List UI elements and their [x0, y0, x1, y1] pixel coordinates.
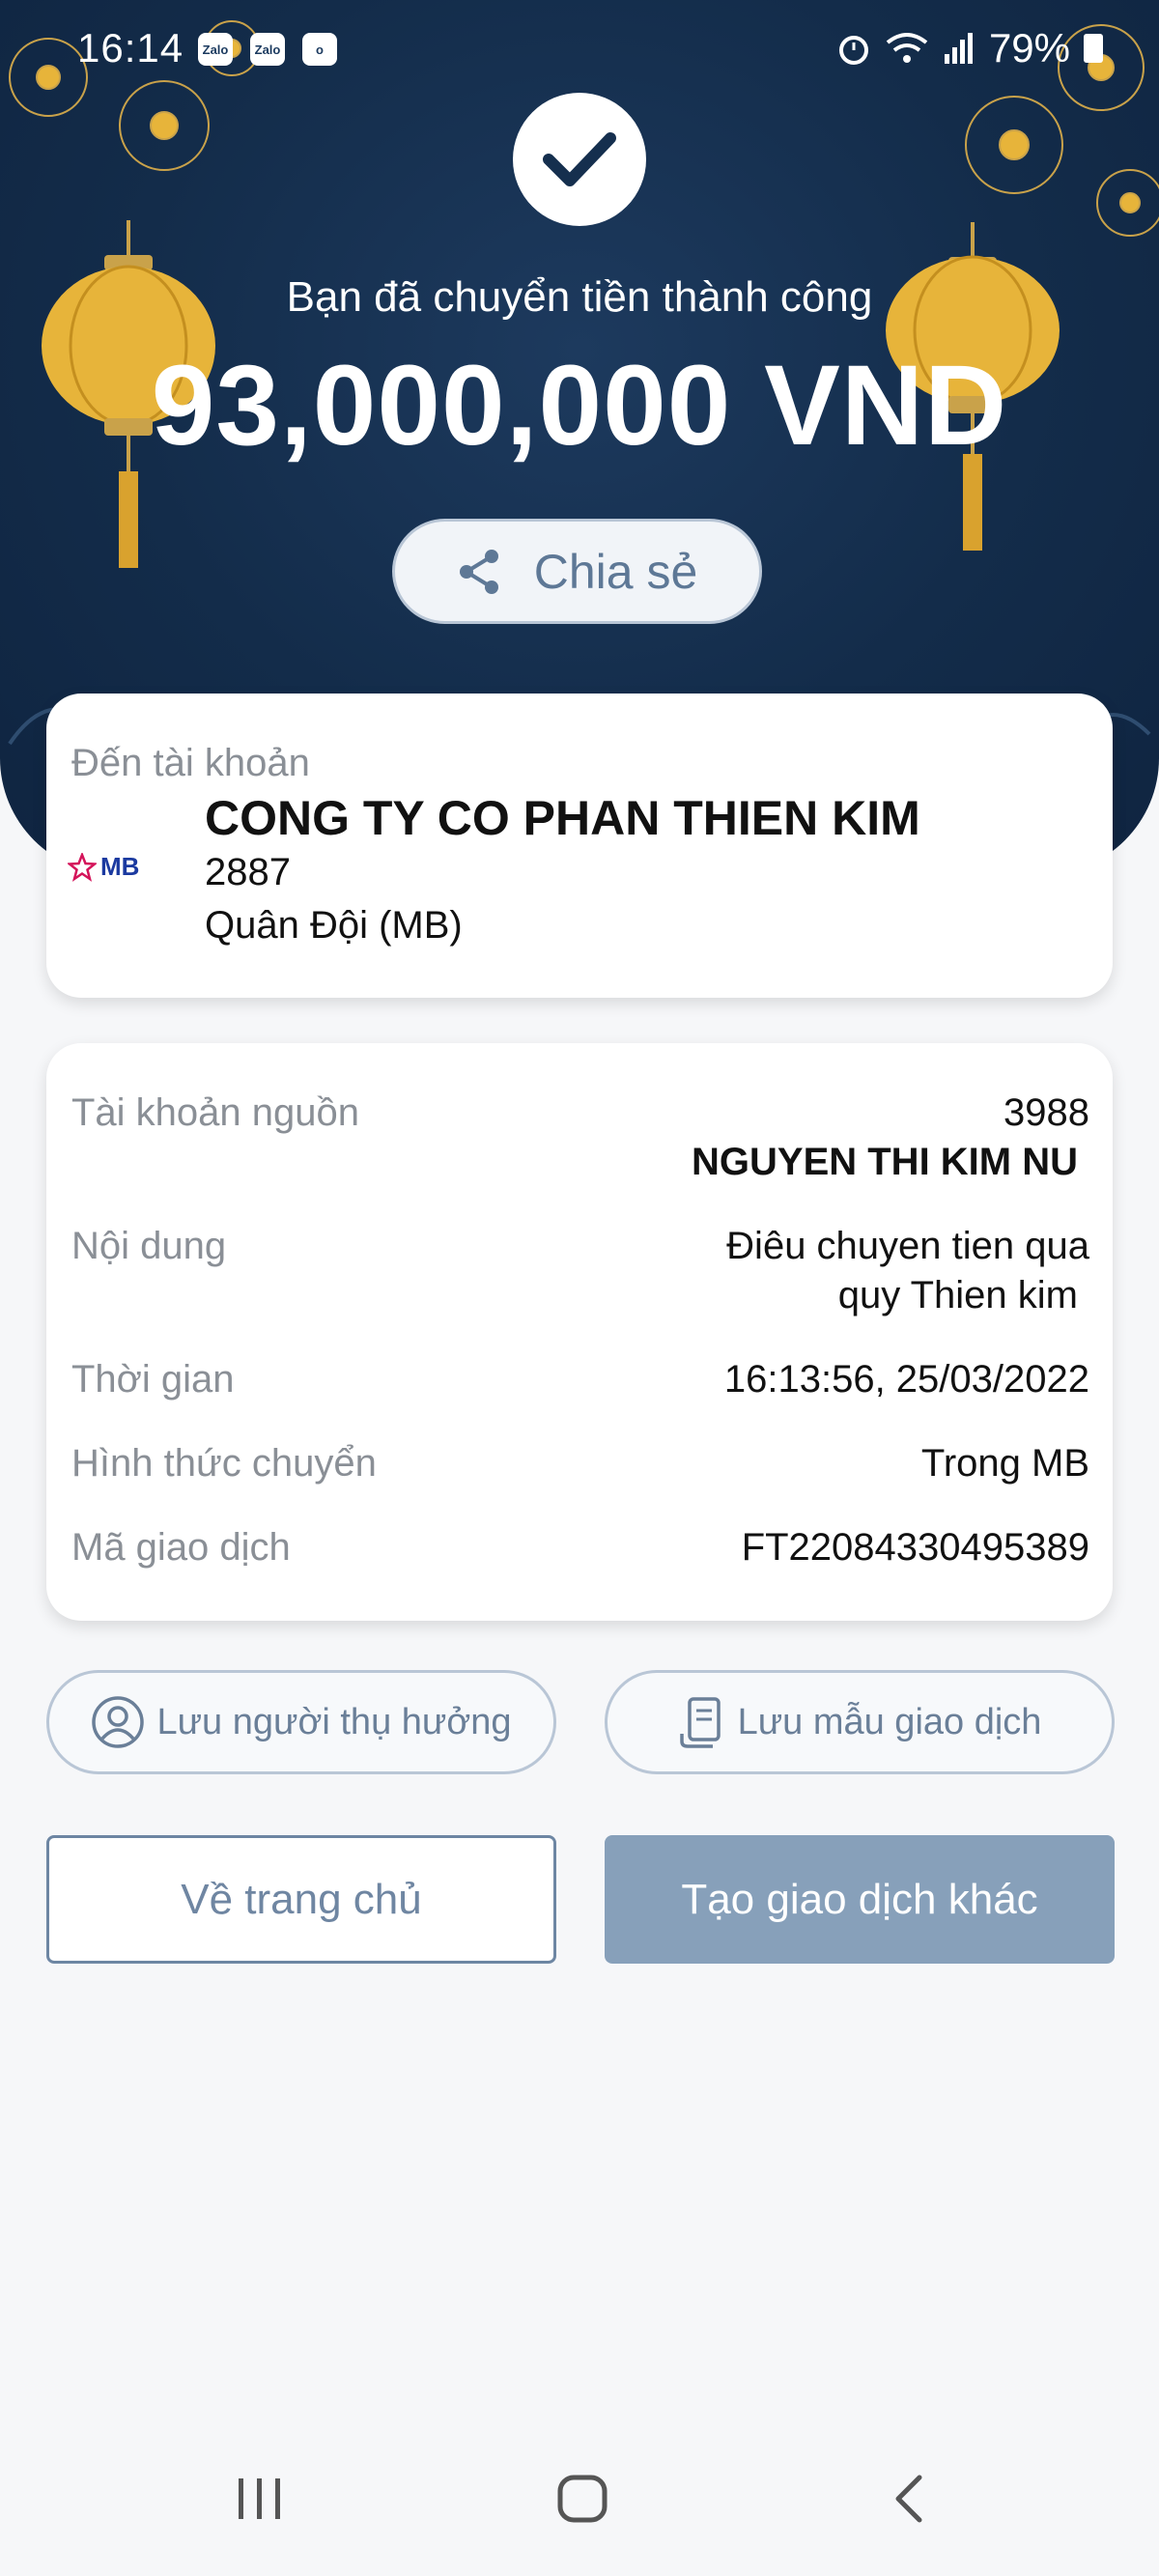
source-account-label: Tài khoản nguồn — [71, 1091, 360, 1134]
zalo-icon: Zalo — [198, 33, 233, 66]
home-button[interactable]: Về trang chủ — [46, 1835, 556, 1964]
content-line-1: Điêu chuyen tien qua — [726, 1225, 1089, 1267]
battery-level: 79% — [988, 25, 1070, 71]
zalo-icon: Zalo — [250, 33, 285, 66]
transaction-id-label: Mã giao dịch — [71, 1526, 291, 1569]
status-indicators: 79% — [836, 25, 1103, 71]
beneficiary-name: CONG TY CO PHAN THIEN KIM — [205, 791, 920, 845]
mb-bank-logo: MB — [68, 852, 139, 882]
new-transaction-button[interactable]: Tạo giao dịch khác — [605, 1835, 1115, 1964]
user-circle-icon — [92, 1696, 145, 1748]
battery-icon — [1084, 34, 1103, 63]
time-label: Thời gian — [71, 1358, 235, 1401]
status-time: 16:14 — [77, 25, 184, 71]
content-label: Nội dung — [71, 1225, 227, 1267]
back-icon[interactable] — [890, 2473, 929, 2525]
beneficiary-bank: Quân Đội (MB) — [205, 904, 463, 947]
notification-icon: o — [302, 33, 337, 66]
content-line-2: quy Thien kim — [837, 1274, 1078, 1316]
destination-account-card: Đến tài khoản MB CONG TY CO PHAN THIEN K… — [46, 694, 1113, 998]
transfer-method-label: Hình thức chuyển — [71, 1442, 377, 1485]
transaction-details-card: Tài khoản nguồn 3988 NGUYEN THI KIM NU N… — [46, 1043, 1113, 1621]
destination-label: Đến tài khoản — [71, 742, 310, 784]
source-account-name: NGUYEN THI KIM NU — [692, 1141, 1078, 1183]
star-icon — [68, 852, 97, 882]
share-button[interactable]: Chia sẻ — [392, 519, 762, 624]
transfer-method-value: Trong MB — [920, 1442, 1089, 1485]
save-beneficiary-label: Lưu người thụ hưởng — [156, 1701, 512, 1742]
source-account-number: 3988 — [1004, 1091, 1089, 1134]
transfer-amount: 93,000,000 VND — [151, 342, 1008, 469]
save-template-label: Lưu mẫu giao dịch — [737, 1701, 1042, 1742]
save-beneficiary-button[interactable]: Lưu người thụ hưởng — [46, 1670, 556, 1774]
check-icon — [513, 93, 646, 226]
success-message: Bạn đã chuyển tiền thành công — [286, 273, 873, 321]
share-icon — [459, 549, 498, 594]
home-icon[interactable] — [556, 2473, 608, 2525]
status-bar: 16:14 Zalo Zalo o 79% — [0, 0, 1159, 97]
save-template-button[interactable]: Lưu mẫu giao dịch — [605, 1670, 1115, 1774]
alarm-icon — [838, 36, 868, 65]
transaction-id-value: FT22084330495389 — [741, 1526, 1089, 1569]
share-label: Chia sẻ — [533, 544, 698, 599]
beneficiary-account-number: 2887 — [205, 851, 291, 893]
recent-apps-icon[interactable] — [235, 2473, 285, 2525]
wifi-icon — [886, 33, 928, 63]
receipt-icon — [679, 1697, 721, 1748]
time-value: 16:13:56, 25/03/2022 — [723, 1358, 1089, 1401]
system-navigation-bar — [0, 2453, 1159, 2550]
signal-icon — [944, 33, 973, 64]
